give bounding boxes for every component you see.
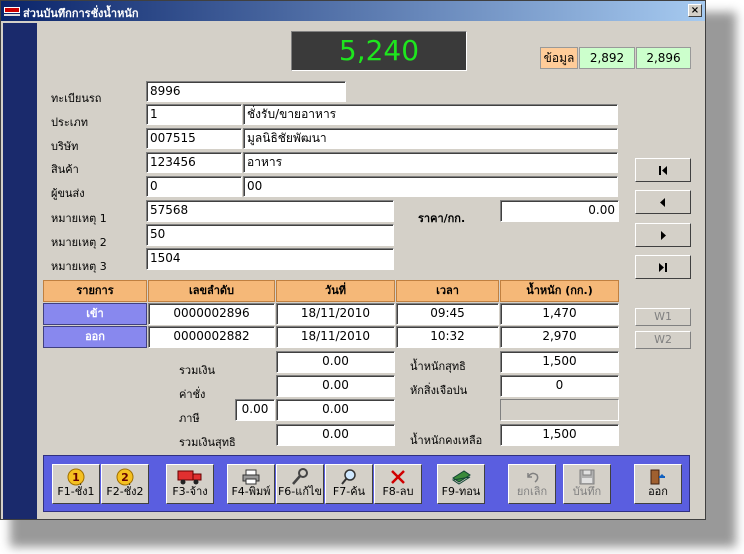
cancel-button[interactable]: ยกเลิก	[508, 464, 556, 504]
save-button[interactable]: บันทึก	[563, 464, 611, 504]
w2-button[interactable]: W2	[635, 331, 691, 349]
table-row-out-seq: 0000002882	[148, 326, 275, 348]
net-weight-field: 1,500	[500, 351, 619, 373]
prev-record-button[interactable]	[635, 190, 691, 214]
net-weight-label: น้ำหนักสุทธิ	[410, 360, 466, 373]
weigh1-label: F1-ชั่ง1	[57, 485, 95, 498]
note2-field[interactable]: 50	[146, 224, 394, 246]
info-label: ข้อมูล	[540, 47, 578, 69]
product-name-field[interactable]: อาหาร	[243, 152, 618, 173]
tax-field: 0.00	[276, 399, 395, 421]
table-header-seq: เลขลำดับ	[148, 280, 275, 302]
fee-field[interactable]: 0.00	[276, 375, 395, 397]
plate-field[interactable]: 8996	[146, 81, 346, 102]
last-record-icon	[659, 262, 667, 272]
net-total-label: รวมเงินสุทธิ	[179, 436, 236, 449]
hire-label: F3-จ้าง	[172, 485, 208, 498]
search-label: F7-ค้น	[332, 485, 366, 498]
delete-button[interactable]: F8-ลบ	[374, 464, 422, 504]
table-row-in-date: 18/11/2010	[276, 303, 395, 325]
price-label: ราคา/กก.	[418, 212, 466, 225]
next-record-button[interactable]	[635, 223, 691, 247]
print-label: F4-พิมพ์	[231, 485, 271, 498]
cancel-label: ยกเลิก	[516, 485, 548, 498]
edit-button[interactable]: F6-แก้ไข	[276, 464, 324, 504]
hire-button[interactable]: F3-จ้าง	[166, 464, 214, 504]
deduct-label: หักสิ่งเจือปน	[410, 384, 468, 397]
remain-label: น้ำหนักคงเหลือ	[410, 434, 483, 447]
table-header-weight: น้ำหนัก (กก.)	[500, 280, 619, 302]
change-button[interactable]: F9-ทอน	[437, 464, 485, 504]
table-row-out-time: 10:32	[396, 326, 499, 348]
table-row-out-date: 18/11/2010	[276, 326, 395, 348]
product-code-field[interactable]: 123456	[146, 152, 242, 173]
deduct-field[interactable]: 0	[500, 375, 619, 397]
table-row-in-label: เข้า	[43, 303, 147, 325]
last-record-button[interactable]	[635, 255, 691, 279]
weigh1-button[interactable]: 1 F1-ชั่ง1	[52, 464, 100, 504]
blank-panel	[500, 399, 619, 421]
title-bar: ส่วนบันทึกการชั่งน้ำหนัก ×	[1, 1, 705, 21]
tax-rate-field[interactable]: 0.00	[235, 399, 275, 421]
type-label: ประเภท	[51, 116, 89, 129]
remain-field: 1,500	[500, 424, 619, 446]
w1-button[interactable]: W1	[635, 308, 691, 326]
prev-record-icon	[660, 197, 665, 207]
table-header-item: รายการ	[43, 280, 147, 302]
company-label: บริษัท	[51, 140, 79, 153]
weight-display: 5,240	[291, 31, 467, 71]
price-field[interactable]: 0.00	[500, 200, 619, 222]
tax-label: ภาษี	[179, 412, 200, 425]
total-field: 0.00	[276, 351, 395, 373]
delete-label: F8-ลบ	[382, 485, 414, 498]
info-value-1: 2,892	[579, 47, 635, 69]
weigh2-label: F2-ชั่ง2	[106, 485, 144, 498]
left-sidebar	[3, 23, 37, 519]
first-record-icon	[659, 165, 667, 175]
first-record-button[interactable]	[635, 158, 691, 182]
plate-label: ทะเบียนรถ	[51, 92, 102, 105]
next-record-icon	[661, 230, 666, 240]
exit-button[interactable]: ออก	[634, 464, 682, 504]
table-header-date: วันที่	[276, 280, 395, 302]
sender-code-field[interactable]: 0	[146, 176, 242, 197]
save-label: บันทึก	[572, 485, 602, 498]
type-name-field[interactable]: ชั่งรับ/ขายอาหาร	[243, 104, 618, 125]
note3-field[interactable]: 1504	[146, 248, 394, 270]
note1-field[interactable]: 57568	[146, 200, 394, 222]
weigh2-button[interactable]: 2 F2-ชั่ง2	[101, 464, 149, 504]
table-row-in-weight: 1,470	[500, 303, 619, 325]
table-header-time: เวลา	[396, 280, 499, 302]
close-button[interactable]: ×	[688, 4, 702, 17]
app-window: ส่วนบันทึกการชั่งน้ำหนัก × 5,240 ข้อมูล …	[0, 0, 706, 520]
table-row-out-label: ออก	[43, 326, 147, 348]
fee-label: ค่าชั่ง	[179, 388, 206, 401]
note2-label: หมายเหตุ 2	[51, 236, 107, 249]
info-value-2: 2,896	[636, 47, 691, 69]
company-name-field[interactable]: มูลนิธิชัยพัฒนา	[243, 128, 618, 149]
total-label: รวมเงิน	[179, 364, 215, 377]
note3-label: หมายเหตุ 3	[51, 260, 107, 273]
app-icon	[4, 7, 20, 16]
table-row-in-seq: 0000002896	[148, 303, 275, 325]
exit-label: ออก	[648, 485, 668, 498]
change-label: F9-ทอน	[441, 485, 481, 498]
table-row-out-weight: 2,970	[500, 326, 619, 348]
sender-label: ผู้ขนส่ง	[51, 187, 85, 200]
print-button[interactable]: F4-พิมพ์	[227, 464, 275, 504]
window-title: ส่วนบันทึกการชั่งน้ำหนัก	[23, 7, 139, 20]
search-button[interactable]: F7-ค้น	[325, 464, 373, 504]
note1-label: หมายเหตุ 1	[51, 212, 107, 225]
product-label: สินค้า	[51, 163, 79, 176]
company-code-field[interactable]: 007515	[146, 128, 242, 149]
sender-name-field[interactable]: 00	[243, 176, 618, 197]
toolbar: 1 F1-ชั่ง1 2 F2-ชั่ง2 F3-จ้าง F4-พิมพ์ F…	[43, 455, 690, 512]
type-code-field[interactable]: 1	[146, 104, 242, 125]
net-total-field: 0.00	[276, 424, 395, 446]
edit-label: F6-แก้ไข	[277, 485, 323, 498]
table-row-in-time: 09:45	[396, 303, 499, 325]
